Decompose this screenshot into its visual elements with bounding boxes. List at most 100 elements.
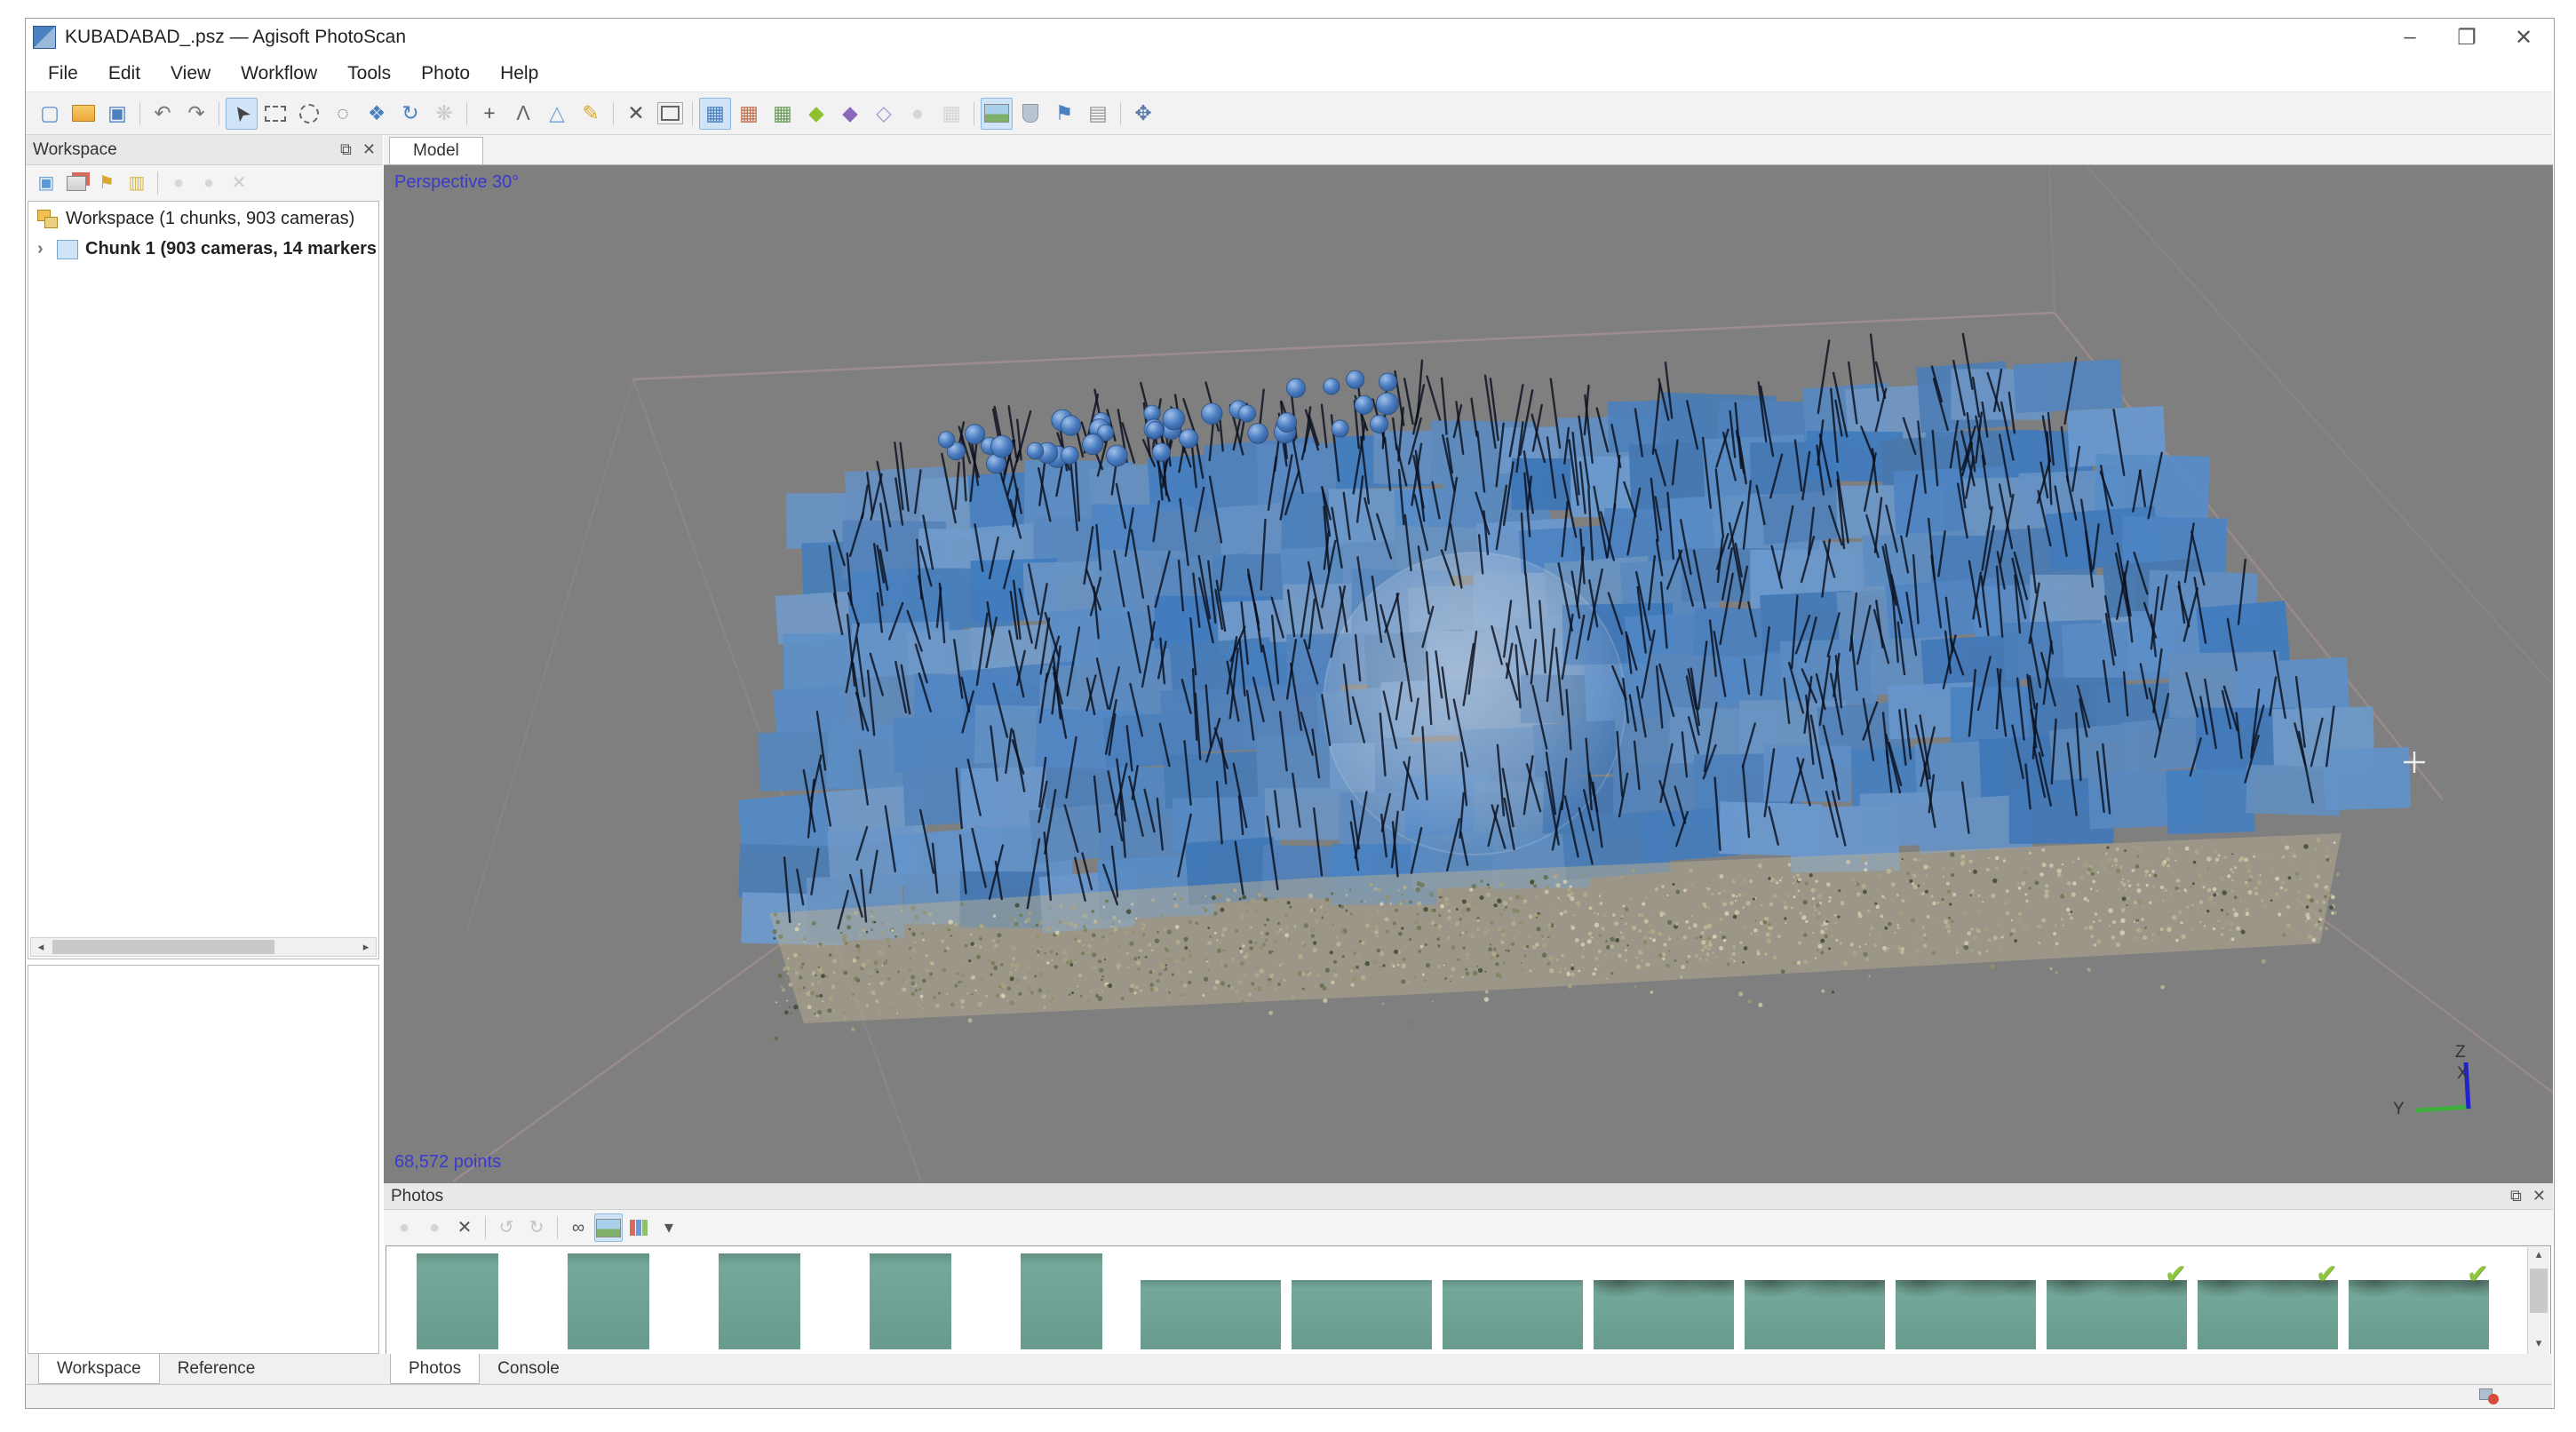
ruler-button[interactable]: ✎	[575, 98, 607, 130]
tree-item-chunk1[interactable]: › Chunk 1 (903 cameras, 14 markers, 68,5	[37, 239, 377, 259]
draw-point-button[interactable]: +	[473, 98, 505, 130]
workspace-close-button[interactable]: ✕	[362, 140, 376, 159]
photo-thumbnail[interactable]	[1896, 1280, 2036, 1349]
open-project-button[interactable]	[68, 98, 99, 130]
scroll-left-icon[interactable]: ◂	[31, 940, 51, 954]
menu-tools[interactable]: Tools	[332, 63, 406, 84]
enable-cameras-button: ●	[164, 169, 193, 197]
redo-button[interactable]: ↷	[180, 98, 212, 130]
navigation-button[interactable]: ➤	[226, 98, 258, 130]
add-scale-bar-button[interactable]: ▥	[123, 169, 151, 197]
photo-thumbnail[interactable]: ✔	[2198, 1280, 2338, 1349]
scrollbar-thumb[interactable]	[52, 940, 274, 954]
tab-photos[interactable]: Photos	[390, 1354, 480, 1384]
scroll-right-icon[interactable]: ▸	[356, 940, 376, 954]
disable-cameras-button: ●	[195, 169, 223, 197]
menu-photo[interactable]: Photo	[406, 63, 485, 84]
circle-selection-button[interactable]	[293, 98, 325, 130]
photo-thumbnail[interactable]	[1443, 1280, 1583, 1349]
workspace-lower-pane	[28, 965, 379, 1354]
network-status-icon	[2479, 1388, 2499, 1404]
chevron-right-icon[interactable]: ›	[37, 239, 57, 259]
flag-button[interactable]: ⚑	[1048, 98, 1080, 130]
view-mode-caret[interactable]: ▾	[655, 1213, 683, 1242]
photos-float-button[interactable]: ⧉	[2510, 1187, 2522, 1205]
freeform-selection-button[interactable]: ◌	[327, 98, 359, 130]
tree-item-chunk1-label: Chunk 1 (903 cameras, 14 markers, 68,5	[85, 239, 377, 259]
photo-thumbnail[interactable]	[1141, 1280, 1281, 1349]
model-viewport[interactable]: ZXY Perspective 30° 68,572 points	[384, 165, 2553, 1183]
tree-item-workspace[interactable]: Workspace (1 chunks, 903 cameras)	[37, 209, 375, 229]
dock-tab-group: WorkspaceReference	[38, 1354, 273, 1384]
binoculars-button[interactable]: ∞	[564, 1213, 592, 1242]
tab-workspace[interactable]: Workspace	[38, 1354, 160, 1384]
photo-thumbnail[interactable]	[719, 1253, 800, 1349]
draw-polygon-button[interactable]: △	[541, 98, 573, 130]
gradual-selection-button[interactable]: ❖	[361, 98, 393, 130]
dense-cloud-button[interactable]: ◆	[834, 98, 866, 130]
undo-button[interactable]: ↶	[147, 98, 179, 130]
chunk-icon	[57, 240, 78, 259]
save-button[interactable]: ▣	[101, 98, 133, 130]
resize-region-button[interactable]	[654, 98, 686, 130]
dem-button[interactable]: ▤	[1082, 98, 1114, 130]
draw-polyline-button[interactable]: Λ	[507, 98, 539, 130]
scroll-down-icon[interactable]: ▾	[2528, 1336, 2549, 1354]
toolbar-separator	[557, 1216, 558, 1239]
photo-thumbnail[interactable]	[870, 1253, 951, 1349]
show-photos-button[interactable]	[981, 98, 1013, 130]
window-title: KUBADABAD_.psz — Agisoft PhotoScan	[65, 27, 406, 48]
photo-thumbnail[interactable]	[1594, 1280, 1734, 1349]
menu-view[interactable]: View	[155, 63, 226, 84]
photo-thumbnail[interactable]	[1292, 1280, 1432, 1349]
thumbnails-vertical-scrollbar[interactable]: ▴ ▾	[2527, 1247, 2549, 1354]
sparse-cloud-button[interactable]: ◆	[800, 98, 832, 130]
menu-file[interactable]: File	[33, 63, 93, 84]
view-details-button[interactable]	[624, 1213, 653, 1242]
photos-tab-group: PhotosConsole	[390, 1354, 577, 1384]
disable-photo-button: ●	[420, 1213, 449, 1242]
photo-thumbnail[interactable]: ✔	[2349, 1280, 2489, 1349]
photo-thumbnail[interactable]: ✔	[2047, 1280, 2187, 1349]
mesh-button[interactable]: ◇	[868, 98, 900, 130]
menu-edit[interactable]: Edit	[93, 63, 155, 84]
scroll-up-icon[interactable]: ▴	[2528, 1247, 2549, 1265]
show-markers-button[interactable]: ▦	[733, 98, 765, 130]
show-images-button[interactable]: ▦	[767, 98, 799, 130]
menu-workflow[interactable]: Workflow	[226, 63, 332, 84]
rectangle-selection-button[interactable]	[259, 98, 291, 130]
close-button[interactable]: ✕	[2495, 20, 2552, 55]
view-thumbnails-button[interactable]	[594, 1213, 623, 1242]
check-icon: ✔	[2467, 1259, 2489, 1290]
window-controls: – ❐ ✕	[2381, 20, 2552, 55]
workspace-float-button[interactable]: ⧉	[340, 140, 352, 159]
add-photos-button[interactable]	[62, 169, 91, 197]
add-marker-button[interactable]: ⚑	[92, 169, 121, 197]
workspace-icon	[37, 210, 59, 229]
svg-text:X: X	[2457, 1064, 2469, 1083]
photos-close-button[interactable]: ✕	[2532, 1187, 2546, 1205]
photo-thumbnail[interactable]	[568, 1253, 649, 1349]
tab-reference[interactable]: Reference	[160, 1354, 274, 1384]
move-object-button[interactable]: ✥	[1127, 98, 1159, 130]
tab-console[interactable]: Console	[480, 1354, 577, 1384]
new-project-button[interactable]: ▢	[34, 98, 66, 130]
toolbar-separator	[466, 102, 467, 125]
show-cameras-button[interactable]: ▦	[699, 98, 731, 130]
photo-thumbnail[interactable]	[417, 1253, 498, 1349]
scrollbar-thumb[interactable]	[2530, 1269, 2548, 1313]
delete-selection-button[interactable]: ✕	[620, 98, 652, 130]
add-chunk-button[interactable]: ▣	[32, 169, 60, 197]
shield-button[interactable]	[1014, 98, 1046, 130]
minimize-button[interactable]: –	[2381, 20, 2438, 55]
remove-item-button: ✕	[225, 169, 253, 197]
rotate-view-button[interactable]: ↻	[394, 98, 426, 130]
tab-model[interactable]: Model	[389, 137, 483, 164]
photo-thumbnail[interactable]	[1745, 1280, 1885, 1349]
maximize-button[interactable]: ❐	[2438, 20, 2495, 55]
pan-button: ❋	[428, 98, 460, 130]
photo-thumbnail[interactable]	[1021, 1253, 1102, 1349]
menu-help[interactable]: Help	[485, 63, 553, 84]
workspace-horizontal-scrollbar[interactable]: ◂ ▸	[30, 937, 377, 957]
remove-photo-button[interactable]: ✕	[450, 1213, 479, 1242]
